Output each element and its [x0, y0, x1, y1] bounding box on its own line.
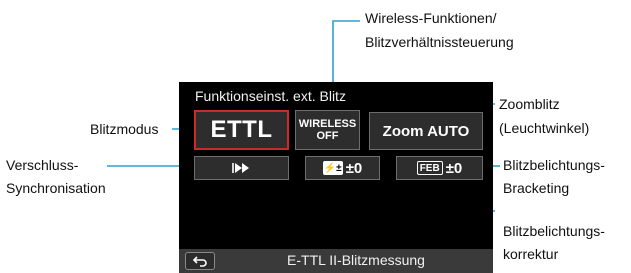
feb-tile[interactable]: FEB ±0	[396, 156, 483, 180]
fec-callout-label-1: Blitzbelichtungs-	[503, 223, 605, 239]
bottom-bar: E-TTL II-Blitzmessung	[179, 249, 493, 273]
high-speed-sync-icon	[231, 163, 249, 173]
feb-callout-label-2: Bracketing	[503, 180, 570, 196]
wireless-line-2: OFF	[316, 130, 339, 142]
fec-callout-label-2: korrektur	[503, 246, 559, 262]
zoom-tile[interactable]: Zoom AUTO	[369, 112, 483, 150]
flash-settings-screen: Funktionseinst. ext. Blitz ETTL WIRELESS…	[179, 82, 493, 273]
back-button[interactable]	[185, 252, 215, 270]
shutter-sync-tile[interactable]	[194, 156, 289, 180]
screen-title: Funktionseinst. ext. Blitz	[195, 88, 346, 104]
feb-icon: FEB	[416, 161, 443, 175]
wireless-callout-label-2: Blitzverhältnissteuerung	[365, 34, 514, 50]
feb-value: ±0	[445, 159, 463, 177]
zoom-callout-label-2: (Leuchtwinkel)	[499, 120, 590, 136]
sync-callout-label-2: Synchronisation	[6, 180, 106, 196]
fec-value: ±0	[345, 159, 363, 177]
fec-tile[interactable]: ⚡± ±0	[305, 156, 380, 180]
metering-label: E-TTL II-Blitzmessung	[287, 252, 425, 268]
back-arrow-icon	[192, 256, 207, 267]
mode-callout-label: Blitzmodus	[90, 121, 159, 137]
zoom-callout-label-1: Zoomblitz	[499, 96, 560, 112]
wireless-tile[interactable]: WIRELESS OFF	[295, 110, 360, 150]
sync-callout-label-1: Verschluss-	[6, 157, 79, 173]
wireless-line-1: WIRELESS	[298, 118, 357, 130]
flash-exposure-comp-icon: ⚡±	[322, 161, 343, 175]
flash-mode-tile[interactable]: ETTL	[194, 110, 289, 150]
feb-callout-label-1: Blitzbelichtungs-	[503, 157, 605, 173]
wireless-callout-label-1: Wireless-Funktionen/	[365, 10, 497, 26]
